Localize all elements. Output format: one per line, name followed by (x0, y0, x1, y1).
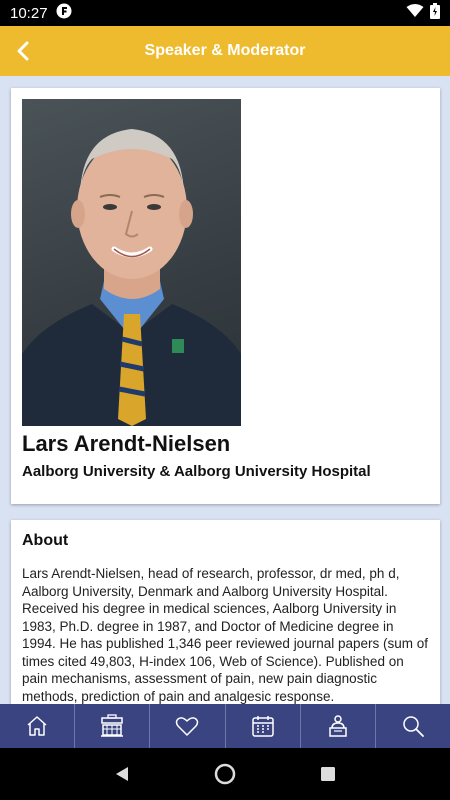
search-icon (403, 716, 424, 737)
square-recents-icon (321, 767, 336, 781)
speaker-photo (22, 99, 241, 426)
circle-home-icon (214, 763, 236, 785)
triangle-back-icon (115, 767, 128, 781)
status-left: 10:27 (10, 3, 72, 23)
speaker-affiliation: Aalborg University & Aalborg University … (22, 463, 371, 480)
nav-search[interactable] (376, 704, 450, 748)
main-content[interactable]: Lars Arendt-Nielsen Aalborg University &… (0, 76, 450, 704)
app-bar: Speaker & Moderator (0, 26, 450, 76)
system-back-button[interactable] (107, 759, 137, 789)
about-title: About (22, 532, 69, 549)
nav-home[interactable] (0, 704, 76, 748)
home-icon (27, 716, 47, 736)
nav-favorites[interactable] (150, 704, 226, 748)
system-home-button[interactable] (210, 759, 240, 789)
calendar-icon (251, 716, 274, 737)
speaker-podium-icon (329, 715, 347, 737)
about-card: About Lars Arendt-Nielsen, head of resea… (11, 520, 440, 704)
bottom-nav (0, 704, 450, 748)
exhibition-booth-icon (101, 714, 124, 737)
wifi-icon (406, 3, 424, 23)
about-text: Lars Arendt-Nielsen, head of research, p… (22, 566, 429, 704)
back-button[interactable] (10, 38, 36, 64)
system-navigation-bar (0, 748, 450, 800)
app-notification-icon (56, 3, 72, 23)
speaker-profile-card: Lars Arendt-Nielsen Aalborg University &… (11, 88, 440, 504)
nav-speakers[interactable] (301, 704, 376, 748)
battery-icon (430, 2, 440, 24)
heart-icon (176, 717, 199, 736)
status-right (406, 2, 440, 24)
status-time: 10:27 (10, 4, 48, 22)
speaker-name: Lars Arendt-Nielsen (22, 431, 231, 456)
page-title: Speaker & Moderator (144, 42, 306, 59)
nav-exhibition[interactable] (75, 704, 151, 748)
back-arrow-icon (17, 41, 29, 61)
status-bar: 10:27 (0, 0, 450, 26)
system-recents-button[interactable] (313, 759, 343, 789)
nav-calendar[interactable] (226, 704, 301, 748)
